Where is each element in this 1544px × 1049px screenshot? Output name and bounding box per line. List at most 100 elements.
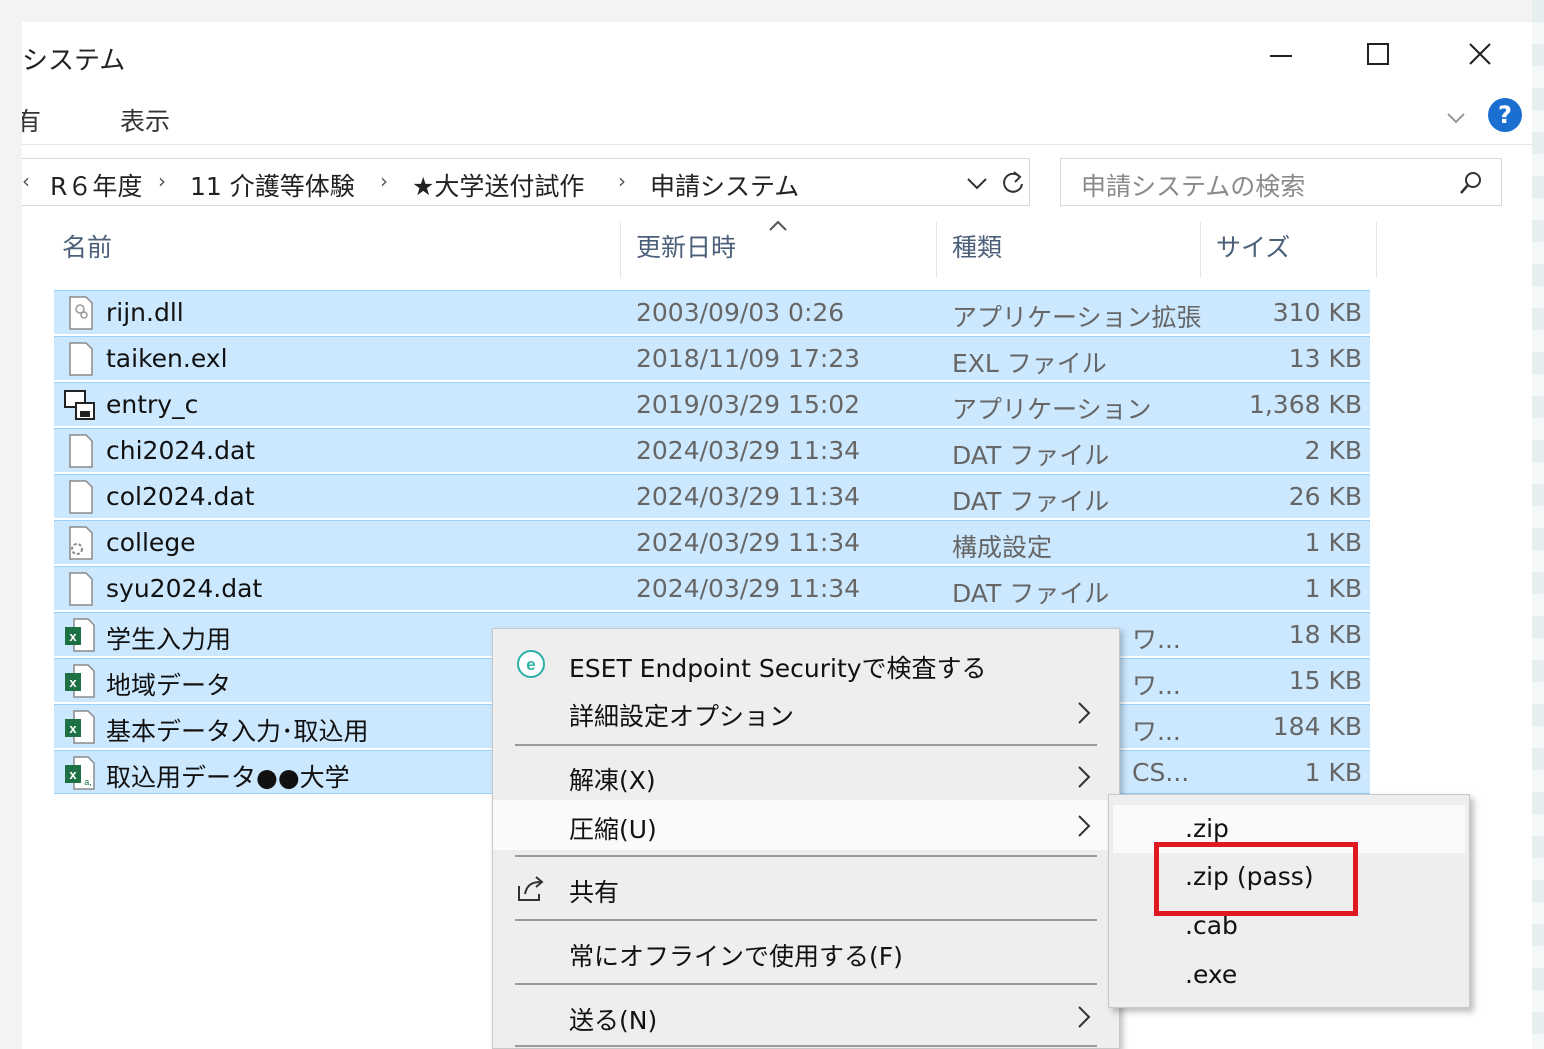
menu-item-always-offline[interactable]: 常にオフラインで使用する(F) bbox=[493, 927, 1119, 977]
chevron-right-icon bbox=[1078, 1006, 1091, 1028]
menu-item-label: ESET Endpoint Securityで検査する bbox=[569, 654, 987, 683]
breadcrumb-separator[interactable]: › bbox=[380, 169, 388, 193]
file-size: 1,368 KB bbox=[1248, 390, 1362, 419]
tab-view[interactable]: 表示 bbox=[120, 102, 170, 138]
file-row[interactable]: col2024.dat 2024/03/29 11:34 DAT ファイル 26… bbox=[54, 474, 1370, 518]
generic-file-icon bbox=[69, 342, 93, 376]
file-name: 基本データ入力･取込用 bbox=[106, 717, 369, 746]
sort-ascending-icon bbox=[769, 220, 787, 231]
breadcrumb-item[interactable]: 11 介護等体験 bbox=[190, 167, 355, 203]
breadcrumb-current[interactable]: 申請システム bbox=[650, 167, 799, 203]
menu-item-share[interactable]: 共有 bbox=[493, 863, 1119, 913]
chevron-down-icon bbox=[1447, 113, 1465, 124]
menu-item-advanced-options[interactable]: 詳細設定オプション bbox=[493, 687, 1119, 737]
file-type: CS... bbox=[1132, 758, 1190, 787]
menu-separator bbox=[515, 1045, 1097, 1047]
column-header-type[interactable]: 種類 bbox=[952, 228, 1002, 280]
file-row[interactable]: entry_c 2019/03/29 15:02 アプリケーション 1,368 … bbox=[54, 382, 1370, 426]
file-type: ワ... bbox=[1132, 671, 1181, 700]
chevron-right-icon bbox=[1078, 815, 1091, 837]
file-name: syu2024.dat bbox=[106, 574, 263, 603]
close-button[interactable] bbox=[1450, 30, 1510, 78]
ribbon-divider bbox=[22, 144, 1532, 145]
tab-share[interactable]: 有 bbox=[22, 102, 41, 138]
column-divider[interactable] bbox=[1376, 222, 1377, 278]
breadcrumb-overflow[interactable]: ‹ bbox=[22, 169, 30, 193]
menu-separator bbox=[515, 744, 1097, 746]
menu-item-extract[interactable]: 解凍(X) bbox=[493, 751, 1119, 801]
ribbon-expand-button[interactable] bbox=[1442, 104, 1470, 132]
file-row[interactable]: chi2024.dat 2024/03/29 11:34 DAT ファイル 2 … bbox=[54, 428, 1370, 472]
file-name: college bbox=[106, 528, 196, 557]
file-date: 2019/03/29 15:02 bbox=[636, 390, 861, 419]
help-icon[interactable]: ? bbox=[1488, 98, 1522, 132]
file-name: entry_c bbox=[106, 390, 199, 419]
breadcrumb-separator[interactable]: › bbox=[158, 169, 166, 193]
svg-text:x: x bbox=[69, 675, 77, 690]
window-title: システム bbox=[22, 46, 126, 76]
maximize-button[interactable] bbox=[1348, 30, 1408, 78]
ribbon: 有 表示 ? bbox=[22, 92, 1532, 144]
address-bar[interactable]: ‹ R６年度 › 11 介護等体験 › ★大学送付試作 › 申請システム bbox=[22, 158, 1030, 206]
menu-item-label: 常にオフラインで使用する(F) bbox=[569, 942, 903, 971]
breadcrumb-separator[interactable]: › bbox=[618, 169, 626, 193]
refresh-button[interactable] bbox=[998, 167, 1028, 197]
file-size: 13 KB bbox=[1288, 344, 1362, 373]
file-type: ワ... bbox=[1132, 625, 1181, 654]
generic-file-icon bbox=[69, 434, 93, 468]
file-size: 1 KB bbox=[1304, 758, 1362, 787]
breadcrumb-item[interactable]: R６年度 bbox=[50, 167, 142, 203]
svg-text:x: x bbox=[69, 629, 77, 644]
title-bar: システム bbox=[22, 22, 1532, 86]
chevron-right-icon bbox=[1078, 766, 1091, 788]
chevron-down-icon bbox=[967, 178, 987, 190]
eset-icon: e bbox=[517, 650, 545, 678]
file-row[interactable]: college 2024/03/29 11:34 構成設定 1 KB bbox=[54, 520, 1370, 564]
minimize-icon bbox=[1270, 55, 1292, 57]
search-placeholder: 申請システムの検索 bbox=[1081, 172, 1306, 201]
excel-file-icon: x bbox=[65, 710, 95, 744]
column-header-name[interactable]: 名前 bbox=[62, 228, 112, 280]
address-dropdown-button[interactable] bbox=[962, 169, 992, 197]
file-size: 26 KB bbox=[1288, 482, 1362, 511]
refresh-icon bbox=[1003, 171, 1023, 193]
column-header-size[interactable]: サイズ bbox=[1216, 228, 1290, 280]
file-type: アプリケーション bbox=[952, 395, 1152, 424]
menu-item-eset-scan[interactable]: e ESET Endpoint Securityで検査する bbox=[493, 639, 1119, 689]
column-divider[interactable] bbox=[620, 222, 621, 278]
search-icon[interactable] bbox=[1457, 169, 1485, 197]
file-date: 2003/09/03 0:26 bbox=[636, 298, 845, 327]
column-divider[interactable] bbox=[936, 222, 937, 278]
minimize-button[interactable] bbox=[1250, 30, 1310, 78]
file-date: 2024/03/29 11:34 bbox=[636, 528, 861, 557]
file-type: DAT ファイル bbox=[952, 441, 1110, 470]
file-name: rijn.dll bbox=[106, 298, 184, 327]
file-name: chi2024.dat bbox=[106, 436, 256, 465]
file-row[interactable]: rijn.dll 2003/09/03 0:26 アプリケーション拡張 310 … bbox=[54, 290, 1370, 334]
menu-item-send-to[interactable]: 送る(N) bbox=[493, 991, 1119, 1041]
menu-item-label: 共有 bbox=[569, 878, 620, 907]
generic-file-icon bbox=[69, 572, 93, 606]
column-header-date[interactable]: 更新日時 bbox=[636, 228, 736, 280]
share-icon bbox=[518, 876, 544, 901]
file-type: アプリケーション拡張 bbox=[952, 303, 1202, 332]
column-divider[interactable] bbox=[1200, 222, 1201, 278]
excel-file-icon: x bbox=[65, 664, 95, 698]
file-row[interactable]: taiken.exl 2018/11/09 17:23 EXL ファイル 13 … bbox=[54, 336, 1370, 380]
file-size: 1 KB bbox=[1304, 574, 1362, 603]
close-icon bbox=[1469, 43, 1491, 65]
breadcrumb-item[interactable]: ★大学送付試作 bbox=[412, 167, 584, 203]
generic-file-icon bbox=[69, 480, 93, 514]
submenu-item-exe[interactable]: .exe bbox=[1113, 951, 1465, 999]
file-row[interactable]: syu2024.dat 2024/03/29 11:34 DAT ファイル 1 … bbox=[54, 566, 1370, 610]
file-size: 1 KB bbox=[1304, 528, 1362, 557]
menu-separator bbox=[515, 919, 1097, 921]
file-name: taiken.exl bbox=[106, 344, 228, 373]
excel-csv-file-icon: x a, bbox=[65, 756, 95, 790]
file-size: 15 KB bbox=[1288, 666, 1362, 695]
search-input[interactable]: 申請システムの検索 bbox=[1060, 158, 1502, 206]
menu-item-compress[interactable]: 圧縮(U) bbox=[493, 800, 1119, 850]
file-date: 2018/11/09 17:23 bbox=[636, 344, 861, 373]
svg-text:x: x bbox=[69, 721, 77, 736]
maximize-icon bbox=[1367, 43, 1389, 65]
